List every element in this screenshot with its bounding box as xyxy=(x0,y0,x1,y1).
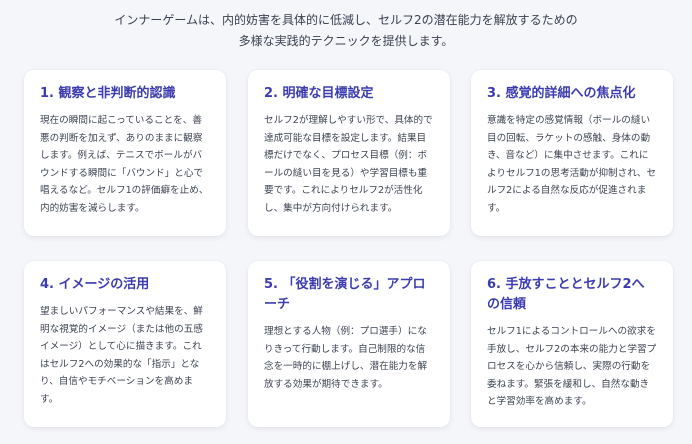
technique-card-observation: 1. 観察と非判断的認識 現在の瞬間に起こっていることを、善悪の判断を加えず、あ… xyxy=(24,70,226,236)
technique-card-role-play: 5. 「役割を演じる」アプローチ 理想とする人物（例：プロ選手）になりきって行動… xyxy=(248,261,450,427)
card-body: 現在の瞬間に起こっていることを、善悪の判断を加えず、ありのままに観察します。例え… xyxy=(40,115,209,214)
card-title: 3. 感覚的詳細への焦点化 xyxy=(487,86,636,101)
card-body: 望ましいパフォーマンスや結果を、鮮明な視覚的イメージ（または他の五感イメージ）と… xyxy=(40,306,203,405)
technique-card-letting-go: 6. 手放すこととセルフ2への信頼 セルフ1によるコントロールへの欲求を手放し、… xyxy=(471,261,673,427)
technique-card-sensory-focus: 3. 感覚的詳細への焦点化 意識を特定の感覚情報（ボールの縫い目の回転、ラケット… xyxy=(471,70,673,236)
card-title: 4. イメージの活用 xyxy=(40,277,150,292)
card-title: 1. 観察と非判断的認識 xyxy=(40,86,176,101)
card-title: 2. 明確な目標設定 xyxy=(264,86,374,101)
card-body: 意識を特定の感覚情報（ボールの縫い目の回転、ラケットの感触、身体の動き、音など）… xyxy=(487,115,657,214)
card-body: セルフ1によるコントロールへの欲求を手放し、セルフ2の本来の能力と学習プロセスを… xyxy=(487,326,657,408)
card-title: 6. 手放すこととセルフ2への信頼 xyxy=(487,277,645,312)
technique-card-imagery: 4. イメージの活用 望ましいパフォーマンスや結果を、鮮明な視覚的イメージ（また… xyxy=(24,261,226,427)
intro-text: インナーゲームは、内的妨害を具体的に低減し、セルフ2の潜在能力を解放するための多… xyxy=(114,13,578,48)
card-body: セルフ2が理解しやすい形で、具体的で達成可能な目標を設定します。結果目標だけでな… xyxy=(264,115,433,214)
card-body: 理想とする人物（例：プロ選手）になりきって行動します。自己制限的な信念を一時的に… xyxy=(264,326,428,390)
card-title: 5. 「役割を演じる」アプローチ xyxy=(264,277,426,312)
technique-card-goal-setting: 2. 明確な目標設定 セルフ2が理解しやすい形で、具体的で達成可能な目標を設定し… xyxy=(248,70,450,236)
